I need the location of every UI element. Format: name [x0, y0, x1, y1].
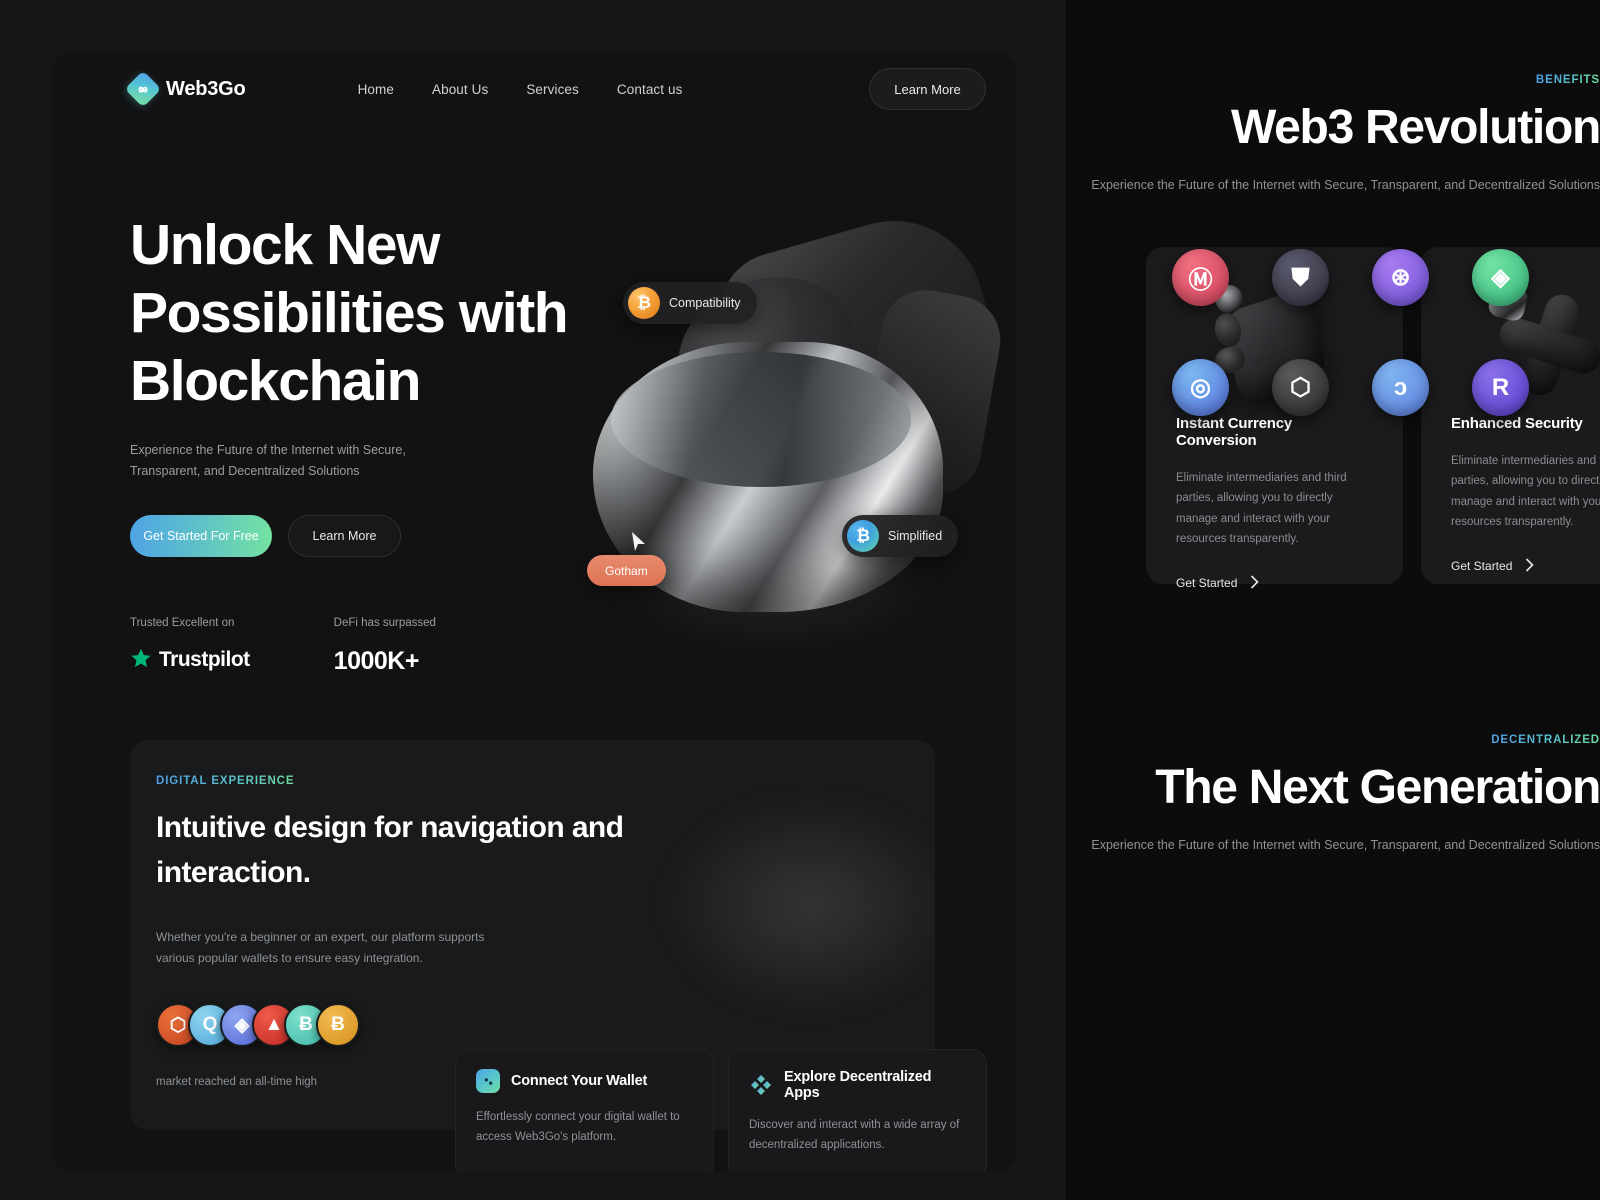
- hero-learn-more-button[interactable]: Learn More: [288, 514, 401, 557]
- artwork-shape-chrome-rim: [611, 352, 911, 487]
- benefit-card-body: Eliminate intermediaries and third parti…: [1176, 472, 1347, 546]
- benefits-section: BENEFITS Web3 Revolution Experience the …: [1066, 0, 1600, 195]
- trust-label: Trusted Excellent on: [130, 616, 235, 629]
- digital-experience-glow: [655, 790, 935, 1020]
- diamond-logo-cell: ◈: [1472, 249, 1572, 359]
- badge-compatibility[interactable]: ₿ Compatibility: [623, 282, 757, 324]
- render-logo[interactable]: R: [1472, 359, 1529, 416]
- brand-logo[interactable]: Web3Go: [124, 70, 246, 108]
- defi-stat-block: DeFi has surpassed 1000K+: [334, 617, 436, 676]
- hero-main-card: Web3Go Home About Us Services Contact us…: [51, 52, 1016, 1172]
- hero-title-line-1: Unlock New: [130, 213, 440, 277]
- feature-card-body: Effortlessly connect your digital wallet…: [476, 1111, 680, 1143]
- swirl-logo[interactable]: ⊛: [1372, 249, 1429, 306]
- hero-actions: Get Started For Free Learn More: [130, 514, 600, 557]
- partner-logo-grid: Ⓜ ⛊ ⊛ ◈ ◎ ⬡ ɔ R: [1172, 249, 1572, 469]
- digital-experience-body: Whether you're a beginner or an expert, …: [156, 930, 485, 965]
- bitcoin-icon: ₿: [628, 287, 660, 319]
- monero-logo[interactable]: Ⓜ: [1172, 249, 1229, 306]
- hero-subtitle: Experience the Future of the Internet wi…: [130, 443, 406, 478]
- main-nav: Home About Us Services Contact us: [358, 82, 683, 97]
- feature-card-title: Connect Your Wallet: [511, 1073, 648, 1089]
- nav-item-contact-us[interactable]: Contact us: [617, 82, 683, 97]
- benefits-title: Web3 Revolution: [1231, 101, 1600, 154]
- monero-logo-cell: Ⓜ: [1172, 249, 1272, 359]
- next-generation-title: The Next Generation: [1155, 761, 1600, 814]
- node-logo-cell: ◎: [1172, 359, 1272, 469]
- digital-experience-title: Intuitive design for navigation and inte…: [156, 811, 624, 889]
- dapps-diamond-icon: [749, 1073, 773, 1097]
- right-screen-panel: BENEFITS Web3 Revolution Experience the …: [1066, 0, 1600, 1200]
- feature-card-explore-dapps[interactable]: Explore Decentralized Apps Discover and …: [728, 1049, 987, 1172]
- hero-title-line-2: Possibilities with: [130, 280, 569, 345]
- dragon-logo[interactable]: ɔ: [1372, 359, 1429, 416]
- hero-title-line-3: Blockchain: [130, 348, 421, 413]
- cube-logo[interactable]: ⬡: [1272, 359, 1329, 416]
- web3go-knot-diamond-icon: [124, 70, 162, 108]
- badge-simplified-label: Simplified: [888, 529, 943, 543]
- next-generation-subtitle: Experience the Future of the Internet wi…: [1091, 838, 1600, 852]
- simplified-icon: ₿: [847, 520, 879, 552]
- trustpilot-name: Trustpilot: [159, 648, 250, 672]
- badge-gotham-label: Gotham: [605, 563, 648, 578]
- diamond-logo[interactable]: ◈: [1472, 249, 1529, 306]
- defi-label: DeFi has surpassed: [333, 616, 436, 629]
- feature-card-body: Discover and interact with a wide array …: [749, 1119, 960, 1151]
- digital-experience-eyebrow: DIGITAL EXPERIENCE: [156, 775, 295, 787]
- benefits-eyebrow: BENEFITS: [1535, 74, 1600, 86]
- wallet-gradient-icon: [476, 1069, 500, 1093]
- render-logo-cell: R: [1472, 359, 1572, 469]
- page-root: Web3Go Home About Us Services Contact us…: [0, 0, 1600, 1200]
- nav-item-services[interactable]: Services: [526, 82, 579, 97]
- next-generation-eyebrow: DECENTRALIZED: [1491, 734, 1600, 746]
- left-screen-panel: Web3Go Home About Us Services Contact us…: [0, 0, 1066, 1200]
- nav-item-about-us[interactable]: About Us: [432, 82, 488, 97]
- defi-value: 1000K+: [333, 646, 420, 675]
- badge-compatibility-label: Compatibility: [669, 296, 741, 310]
- swirl-logo-cell: ⊛: [1372, 249, 1472, 359]
- header-learn-more-button[interactable]: Learn More: [869, 68, 986, 110]
- get-started-label: Get Started: [1176, 576, 1238, 591]
- nav-item-home[interactable]: Home: [358, 82, 394, 97]
- hero-3d-artwork: ₿ Compatibility ₿ Simplified Gotham: [571, 199, 1008, 652]
- badge-gotham[interactable]: Gotham: [587, 555, 666, 586]
- shield-logo-cell: ⛊: [1272, 249, 1372, 359]
- get-started-label: Get Started: [1451, 559, 1513, 574]
- next-generation-section: DECENTRALIZED The Next Generation Experi…: [1066, 660, 1600, 855]
- brand-name: Web3Go: [166, 77, 246, 100]
- node-logo[interactable]: ◎: [1172, 359, 1229, 416]
- page-title: Unlock New Possibilities with Blockchain: [130, 212, 600, 415]
- get-started-for-free-button[interactable]: Get Started For Free: [130, 514, 272, 557]
- feature-card-title: Explore Decentralized Apps: [784, 1069, 932, 1101]
- benefits-subtitle: Experience the Future of the Internet wi…: [1091, 178, 1600, 192]
- trust-strip: Trusted Excellent on Trustpilot DeFi has…: [130, 617, 600, 676]
- trustpilot-block: Trusted Excellent on Trustpilot: [130, 617, 250, 676]
- dragon-logo-cell: ɔ: [1372, 359, 1472, 469]
- bitcoin-avatar: Ƀ: [316, 1003, 360, 1047]
- feature-card-connect-wallet[interactable]: Connect Your Wallet Effortlessly connect…: [455, 1049, 714, 1172]
- cube-logo-cell: ⬡: [1272, 359, 1372, 469]
- shield-logo[interactable]: ⛊: [1272, 249, 1329, 306]
- badge-simplified[interactable]: ₿ Simplified: [842, 515, 959, 557]
- hero-section: Unlock New Possibilities with Blockchain…: [130, 212, 600, 676]
- benefit-card-get-started-link[interactable]: Get Started: [1176, 575, 1373, 592]
- chevron-right-icon: [1525, 558, 1535, 575]
- trustpilot-star-icon: [130, 647, 152, 674]
- cursor-pointer-icon: [631, 532, 647, 557]
- wallet-avatar-row: ⬡ Q ◈ ▲ Ƀ Ƀ: [156, 1003, 360, 1047]
- site-header: Web3Go Home About Us Services Contact us…: [51, 52, 1016, 126]
- benefit-card-get-started-link[interactable]: Get Started: [1451, 558, 1600, 575]
- chevron-right-icon: [1250, 575, 1260, 592]
- market-note: market reached an all-time high: [156, 1076, 318, 1088]
